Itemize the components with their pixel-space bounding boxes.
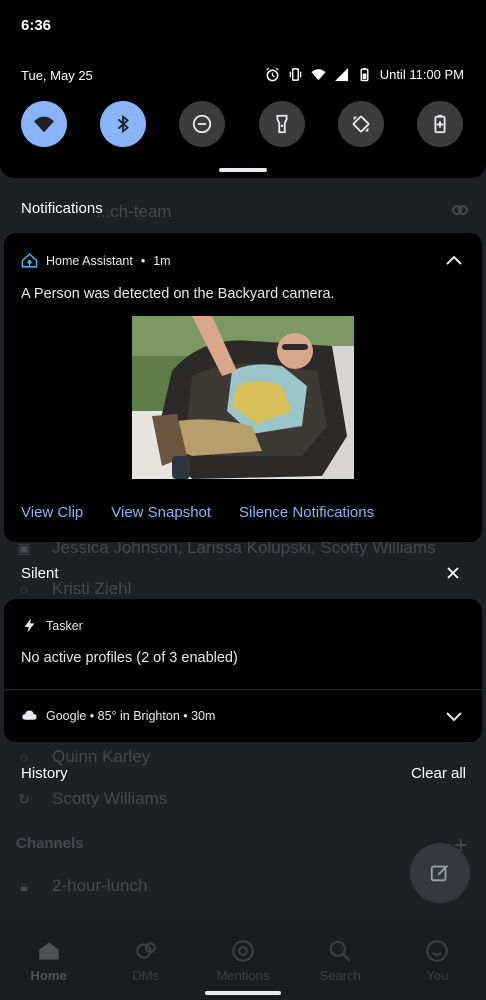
nav-label: Home xyxy=(30,967,67,983)
history-button[interactable]: History xyxy=(21,765,68,782)
status-circle-icon: ○ xyxy=(19,749,29,765)
app-name: Tasker xyxy=(46,618,83,633)
bg-dm-row: ↻ Scotty Williams xyxy=(16,789,167,809)
nav-home[interactable]: Home xyxy=(9,938,89,983)
nav-label: DMs xyxy=(132,967,160,983)
link-icon xyxy=(452,205,468,215)
bg-dm-row: ○ Kristi Ziehl xyxy=(16,579,132,599)
nav-search[interactable]: Search xyxy=(300,938,380,983)
notification-time: 1m xyxy=(153,253,171,268)
nav-you[interactable]: You xyxy=(397,938,477,983)
home-assistant-notification[interactable]: Home Assistant • 1m A Person was detecte… xyxy=(4,233,482,542)
date-label[interactable]: Tue, May 25 xyxy=(21,68,93,83)
chevron-up-icon[interactable] xyxy=(445,254,463,266)
google-summary: Google • 85° in Brighton • 30m xyxy=(46,708,216,723)
nav-mentions[interactable]: Mentions xyxy=(203,938,283,983)
bg-row-label: Kristi Ziehl xyxy=(52,579,132,598)
home-assistant-icon xyxy=(21,253,38,268)
nav-label: Search xyxy=(319,967,361,983)
tasker-header[interactable]: Tasker xyxy=(21,617,83,634)
nav-label: You xyxy=(426,967,449,983)
wifi-status-icon xyxy=(311,69,326,81)
cloud-icon xyxy=(22,710,37,720)
alarm-icon xyxy=(266,67,279,82)
quick-settings-tiles xyxy=(21,101,463,147)
notification-actions: View Clip View Snapshot Silence Notifica… xyxy=(21,504,374,521)
dnd-tile[interactable] xyxy=(179,101,226,147)
bg-channel-row: 🔒︎ 2-hour-lunch xyxy=(16,876,147,896)
status-circle-icon: ○ xyxy=(19,581,29,597)
app-name: Home Assistant xyxy=(46,253,133,268)
vibrate-icon xyxy=(289,68,302,81)
bluetooth-tile[interactable] xyxy=(100,101,147,147)
at-icon xyxy=(232,939,254,962)
signal-icon xyxy=(334,67,348,82)
battery-saver-tile[interactable] xyxy=(416,101,463,147)
google-weather-notification[interactable]: Google • 85° in Brighton • 30m xyxy=(21,707,215,724)
notification-message: A Person was detected on the Backyard ca… xyxy=(21,286,335,302)
profile-icon xyxy=(426,939,449,962)
nav-dms[interactable]: DMs xyxy=(106,938,186,983)
gesture-bar[interactable] xyxy=(205,991,281,995)
flashlight-icon xyxy=(276,114,288,134)
close-icon[interactable] xyxy=(446,566,460,580)
silent-notifications-group: Tasker No active profiles (2 of 3 enable… xyxy=(4,599,482,742)
do-not-disturb-icon xyxy=(193,114,212,134)
notification-header: Home Assistant • 1m xyxy=(21,252,171,269)
lightning-icon xyxy=(24,618,35,633)
clear-all-button[interactable]: Clear all xyxy=(411,765,466,782)
home-icon xyxy=(38,941,59,960)
lock-icon: 🔒︎ xyxy=(20,877,28,894)
wifi-icon xyxy=(33,116,55,133)
tasker-message[interactable]: No active profiles (2 of 3 enabled) xyxy=(21,650,238,666)
status-clock: 6:36 xyxy=(21,17,52,34)
flashlight-tile[interactable] xyxy=(258,101,305,147)
notifications-heading: Notifications xyxy=(21,200,103,217)
silence-notifications-button[interactable]: Silence Notifications xyxy=(239,504,374,521)
chevron-down-icon[interactable] xyxy=(445,710,463,722)
dms-icon xyxy=(136,941,156,959)
separator-dot: • xyxy=(140,253,146,268)
bg-row-label: Scotty Williams xyxy=(52,789,168,808)
bg-row-label: ...ch-team xyxy=(96,202,172,221)
quick-settings-panel: 6:36 Tue, May 25 Until 11:00 PM xyxy=(0,0,486,178)
wifi-tile[interactable] xyxy=(21,101,67,147)
silent-heading: Silent xyxy=(21,565,59,582)
camera-snapshot-image[interactable] xyxy=(132,316,354,479)
drag-handle[interactable] xyxy=(219,168,267,172)
compose-icon xyxy=(430,865,448,882)
bg-row-label: 2-hour-lunch xyxy=(52,876,148,895)
away-icon: ↻ xyxy=(18,790,30,807)
view-snapshot-button[interactable]: View Snapshot xyxy=(111,504,211,521)
dnd-until-label: Until 11:00 PM xyxy=(379,67,464,82)
nav-label: Mentions xyxy=(216,967,270,983)
divider xyxy=(4,689,482,690)
battery-icon xyxy=(360,67,369,82)
view-clip-button[interactable]: View Clip xyxy=(21,504,83,521)
bg-row-label: Quinn Karley xyxy=(52,747,151,766)
bluetooth-icon xyxy=(117,114,130,134)
status-icons: Until 11:00 PM xyxy=(265,67,464,82)
bg-channel-row: ...ch-team xyxy=(96,202,172,222)
battery-saver-icon xyxy=(434,114,446,134)
auto-rotate-tile[interactable] xyxy=(337,101,384,147)
group-icon: ▣ xyxy=(17,539,31,556)
person-on-chair-illustration xyxy=(132,316,354,479)
bottom-nav: Home DMs Mentions Search You xyxy=(0,920,486,1000)
search-icon xyxy=(329,940,351,962)
auto-rotate-icon xyxy=(352,115,370,133)
compose-button[interactable] xyxy=(410,843,470,903)
bg-channels-heading: Channels xyxy=(16,835,84,852)
bg-dm-row: ○ Quinn Karley xyxy=(16,747,151,767)
